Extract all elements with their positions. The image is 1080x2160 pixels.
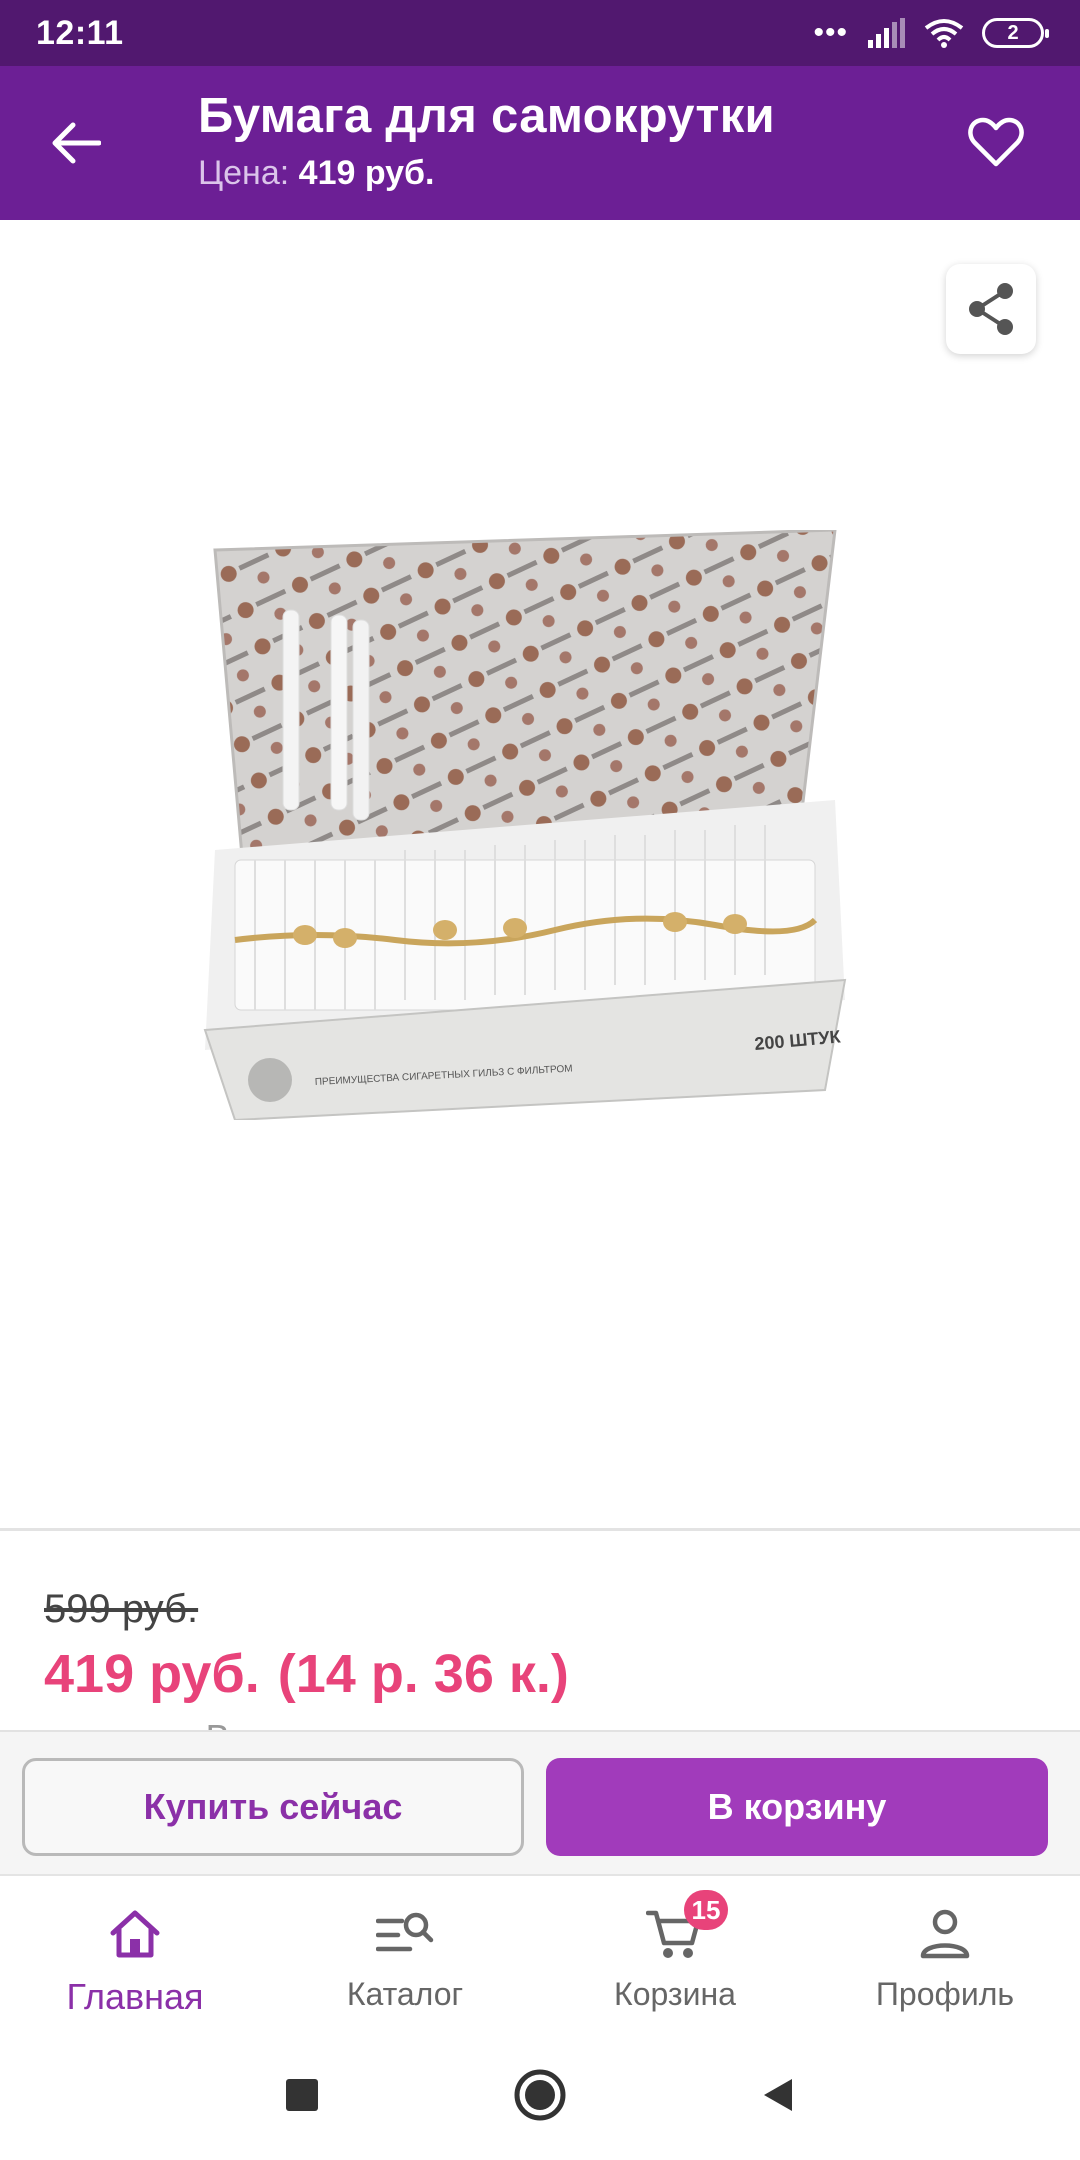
page-title: Бумага для самокрутки [198,89,775,143]
action-bar: Купить сейчас В корзину [0,1730,1080,1874]
cart-badge: 15 [684,1890,728,1930]
product-gallery[interactable]: ПРЕИМУЩЕСТВА СИГАРЕТНЫХ ГИЛЬЗ С ФИЛЬТРОМ… [0,220,1080,1530]
header-price-label: Цена: [198,154,290,192]
notification-dots-icon: ••• [813,16,848,49]
arrow-back-icon [52,122,101,164]
wifi-icon [924,19,964,48]
back-triangle-icon[interactable] [758,2075,798,2115]
catalog-search-icon [376,1912,434,1952]
status-bar: 12:11 ••• 2 [0,0,1080,66]
app-bar: Бумага для самокрутки Цена: 419 руб. [0,66,1080,220]
battery-level: 2 [1007,21,1019,44]
heart-icon [968,117,1024,167]
header-price-value: 419 руб. [298,154,435,192]
header-price: Цена: 419 руб. [198,154,775,193]
current-price-value: 419 руб. [44,1644,260,1704]
price-section: 599 руб. 419 руб. (14 р. 36 к.) цена для … [0,1531,1080,1731]
old-price: 599 руб. [44,1587,199,1631]
price-per-unit: (14 р. 36 к.) [277,1644,569,1704]
signal-icon [868,18,905,48]
profile-icon [920,1909,970,1959]
buy-now-button[interactable]: Купить сейчас [22,1758,524,1856]
nav-item-cart[interactable]: 15 Корзина [540,1876,810,2030]
home-circle-icon[interactable] [512,2067,568,2123]
share-icon [969,283,1013,335]
nav-label-home: Главная [66,1976,204,2017]
current-price: 419 руб. (14 р. 36 к.) [44,1643,569,1705]
nav-item-catalog[interactable]: Каталог [270,1876,540,2030]
back-button[interactable] [44,111,108,175]
home-icon [110,1910,160,1958]
battery-icon: 2 [982,18,1049,48]
title-block: Бумага для самокрутки Цена: 419 руб. [198,88,775,193]
nav-item-profile[interactable]: Профиль [810,1876,1080,2030]
status-time: 12:11 [36,13,124,52]
share-button[interactable] [946,264,1036,354]
nav-item-home[interactable]: Главная [0,1876,270,2030]
nav-label-profile: Профиль [875,1976,1015,2012]
product-image: ПРЕИМУЩЕСТВА СИГАРЕТНЫХ ГИЛЬЗ С ФИЛЬТРОМ… [203,530,847,1120]
status-icons: ••• 2 [813,16,1049,49]
system-nav-bar [0,2030,1080,2160]
recent-apps-icon[interactable] [282,2075,322,2115]
price-note: цена для Вас [44,1717,268,1731]
add-to-cart-button[interactable]: В корзину [546,1758,1048,1856]
nav-label-cart: Корзина [614,1976,736,2012]
bottom-nav: Главная Каталог 15 Корзина Профиль [0,1874,1080,2030]
nav-label-catalog: Каталог [346,1976,464,2012]
favorite-button[interactable] [964,110,1028,174]
